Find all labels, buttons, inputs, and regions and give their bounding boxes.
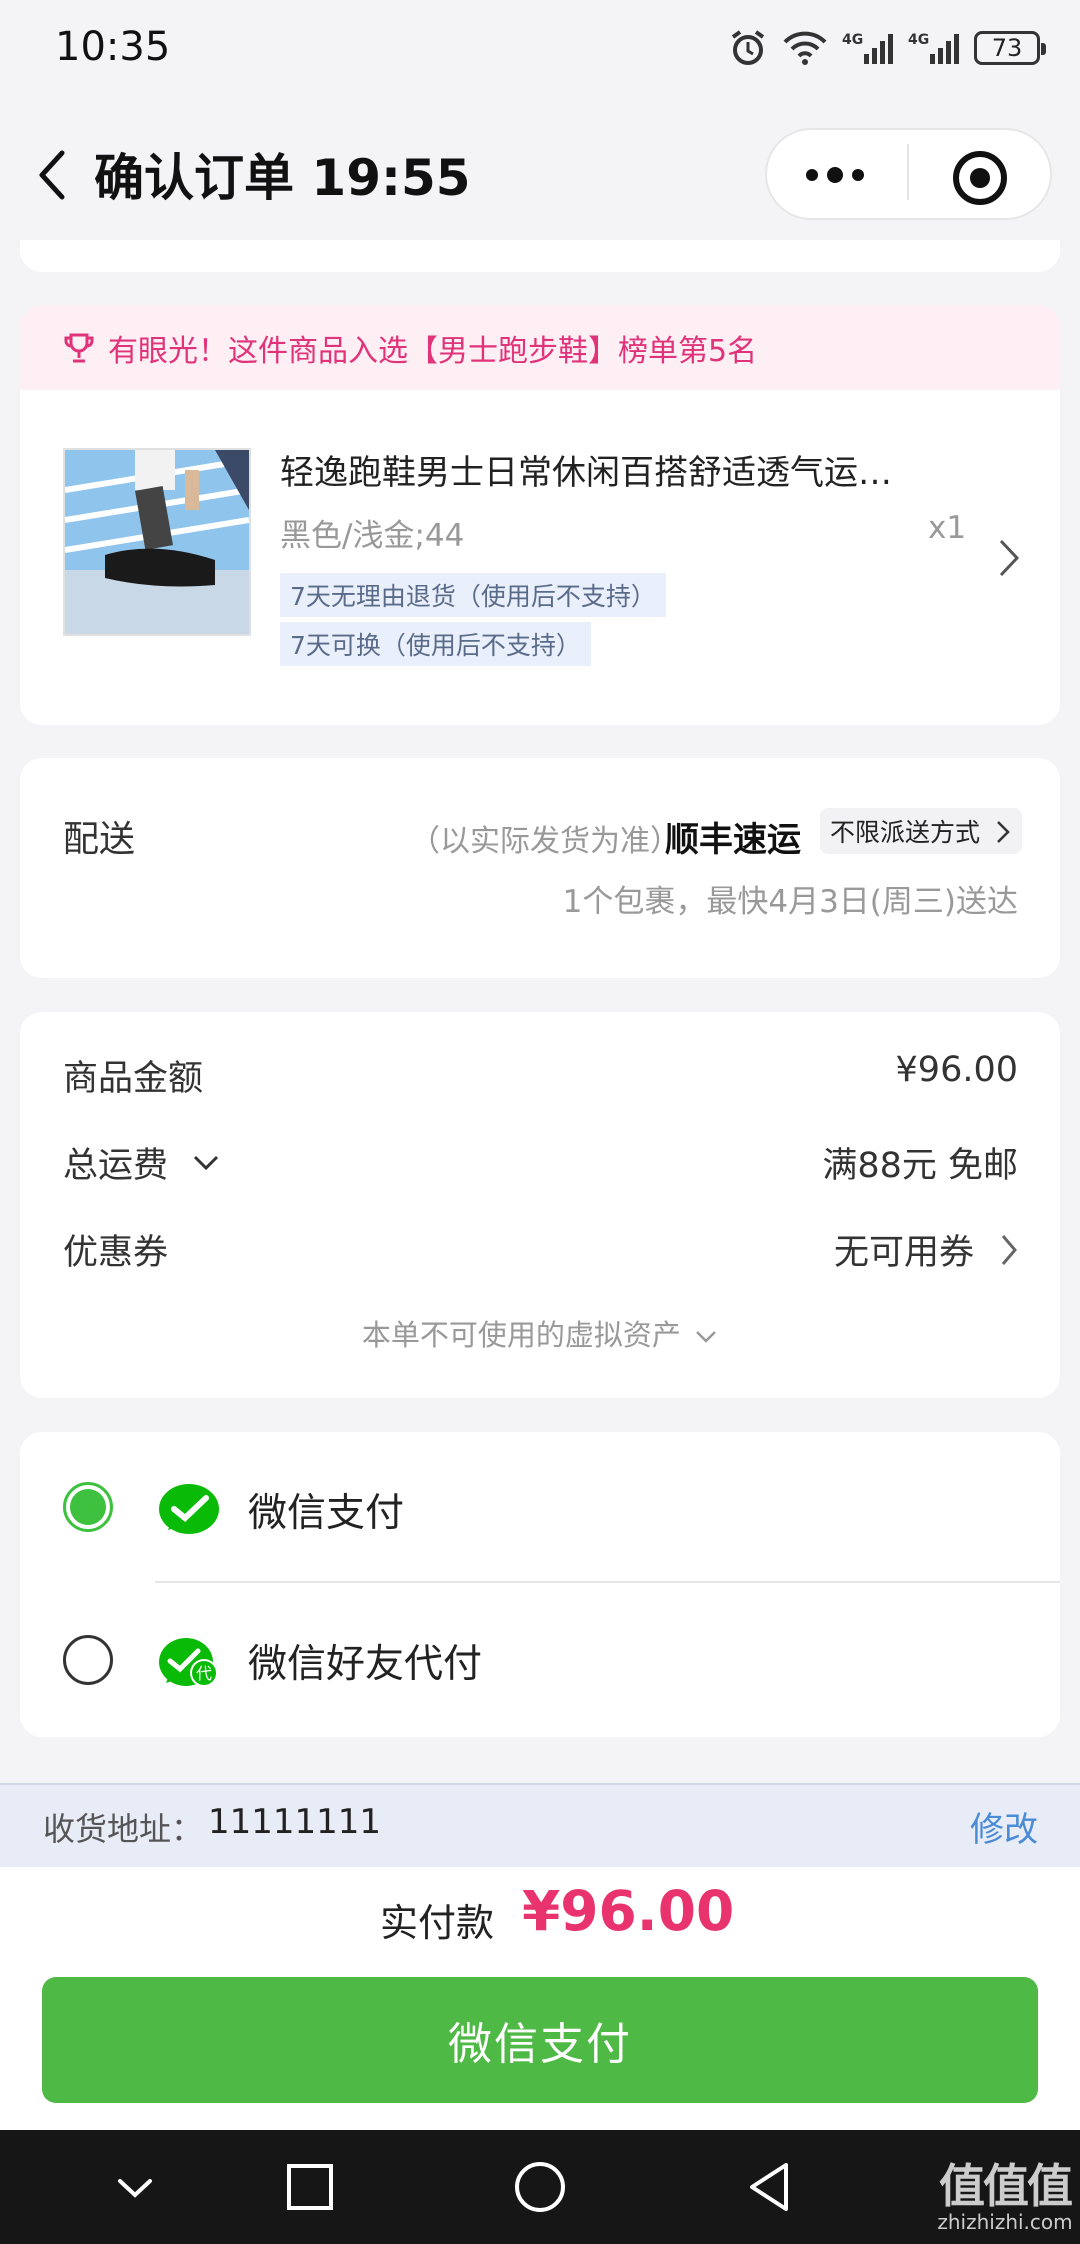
svg-text:4G: 4G (908, 32, 929, 48)
virtual-assets-label: 本单不可使用的虚拟资产 (361, 1318, 681, 1352)
radio-selected[interactable] (63, 1482, 113, 1532)
shipping-fee-toggle[interactable]: 总运费 (63, 1137, 220, 1188)
address-label: 收货地址： (43, 1810, 204, 1848)
alarm-icon (731, 30, 765, 65)
friend-pay-label: 微信好友代付 (248, 1642, 483, 1687)
svg-text:4G: 4G (842, 32, 863, 48)
wifi-icon (783, 31, 827, 65)
rank-banner-text: 有眼光！这件商品入选【男士跑步鞋】榜单第5名 (108, 333, 758, 369)
watermark-logo: 值值值 (939, 2159, 1073, 2213)
more-options-icon[interactable] (800, 155, 870, 195)
virtual-assets-toggle[interactable]: 本单不可使用的虚拟资产 (20, 1312, 1060, 1354)
wechat-friend-pay-icon: 代 (159, 1638, 218, 1687)
shipping-address-bar: 收货地址： 11111111 修改 (0, 1783, 1080, 1867)
coupon-selector[interactable]: 无可用券 (834, 1224, 1018, 1275)
product-quantity: x1 (928, 510, 967, 546)
battery-indicator: 73 (974, 31, 1046, 65)
payment-option-wechat[interactable]: 微信支付 (20, 1432, 1060, 1582)
status-icons: 4G 4G 73 (728, 28, 1046, 68)
total-amount: ¥96.00 (522, 1879, 735, 1943)
product-variant: 黑色/浅金;44 (280, 518, 465, 554)
radio-unselected[interactable] (63, 1635, 113, 1685)
shipping-fee-label: 总运费 (63, 1146, 169, 1186)
total-label: 实付款 (380, 1901, 495, 1945)
edit-address-link[interactable]: 修改 (970, 1802, 1038, 1851)
cost-summary-card: 商品金额 ¥96.00 总运费 满88元 免邮 优惠券 无可用券 本单不可使用的… (20, 1012, 1060, 1398)
address-card-bottom (20, 240, 1060, 272)
wechat-pay-button[interactable]: 微信支付 (42, 1977, 1038, 2103)
goods-amount-value: ¥96.00 (895, 1050, 1018, 1090)
watermark-url: zhizhizhi.com (937, 2210, 1073, 2234)
address-value: 11111111 (208, 1802, 382, 1842)
collapse-chevron-icon[interactable] (105, 2157, 165, 2217)
delivery-note: （以实际发货为准） (410, 824, 680, 859)
chevron-down-icon (193, 1155, 219, 1170)
shipping-fee-value: 满88元 免邮 (822, 1146, 1018, 1186)
chevron-right-icon[interactable] (998, 538, 1020, 578)
delivery-eta: 1个包裹，最快4月3日(周三)送达 (562, 884, 1018, 920)
chevron-right-icon (1001, 1234, 1017, 1265)
back-arrow-icon[interactable] (28, 145, 78, 205)
capsule-divider (907, 144, 909, 200)
wechat-pay-icon (159, 1484, 219, 1534)
friend-pay-badge: 代 (196, 1664, 212, 1683)
wechat-pay-label: 微信支付 (248, 1491, 405, 1536)
coupon-value: 无可用券 (833, 1233, 974, 1273)
payment-method-card: 微信支付 代 微信好友代付 (20, 1432, 1060, 1737)
back-triangle-icon[interactable] (740, 2157, 800, 2217)
recent-apps-icon[interactable] (280, 2157, 340, 2217)
system-navigation-bar (0, 2130, 1080, 2244)
return-policy-tag: 7天无理由退货（使用后不支持） (280, 573, 666, 617)
rank-banner[interactable]: 有眼光！这件商品入选【男士跑步鞋】榜单第5名 (20, 305, 1060, 390)
close-miniprogram-icon[interactable] (950, 148, 1010, 208)
chevron-down-icon (696, 1331, 716, 1343)
product-thumbnail[interactable] (63, 448, 251, 636)
signal-4g-icon: 4G (842, 32, 893, 64)
watermark: 值值值 zhizhizhi.com (930, 2150, 1080, 2234)
trophy-icon (64, 333, 94, 362)
product-card[interactable]: 有眼光！这件商品入选【男士跑步鞋】榜单第5名 轻逸跑鞋男士日常休闲百搭舒适透气运… (20, 305, 1060, 725)
payment-option-friend[interactable]: 代 微信好友代付 (20, 1583, 1060, 1733)
product-title[interactable]: 轻逸跑鞋男士日常休闲百搭舒适透气运… (280, 445, 1000, 494)
status-time: 10:35 (55, 24, 171, 70)
signal-4g-icon-2: 4G (908, 32, 959, 64)
exchange-policy-tag: 7天可换（使用后不支持） (280, 622, 591, 666)
delivery-mode-selector[interactable]: 不限派送方式 (820, 808, 1023, 854)
coupon-label: 优惠券 (63, 1233, 169, 1273)
delivery-mode-label: 不限派送方式 (830, 818, 981, 847)
chevron-right-icon (997, 821, 1010, 843)
checkout-footer: 实付款 ¥96.00 微信支付 (0, 1867, 1080, 2130)
delivery-label: 配送 (63, 819, 136, 860)
goods-amount-label: 商品金额 (63, 1059, 204, 1099)
delivery-card: 配送 （以实际发货为准） 顺丰速运 不限派送方式 1个包裹，最快4月3日(周三)… (20, 758, 1060, 978)
home-icon[interactable] (510, 2157, 570, 2217)
delivery-carrier: 顺丰速运 (665, 820, 801, 860)
page-title: 确认订单 19:55 (94, 149, 471, 207)
